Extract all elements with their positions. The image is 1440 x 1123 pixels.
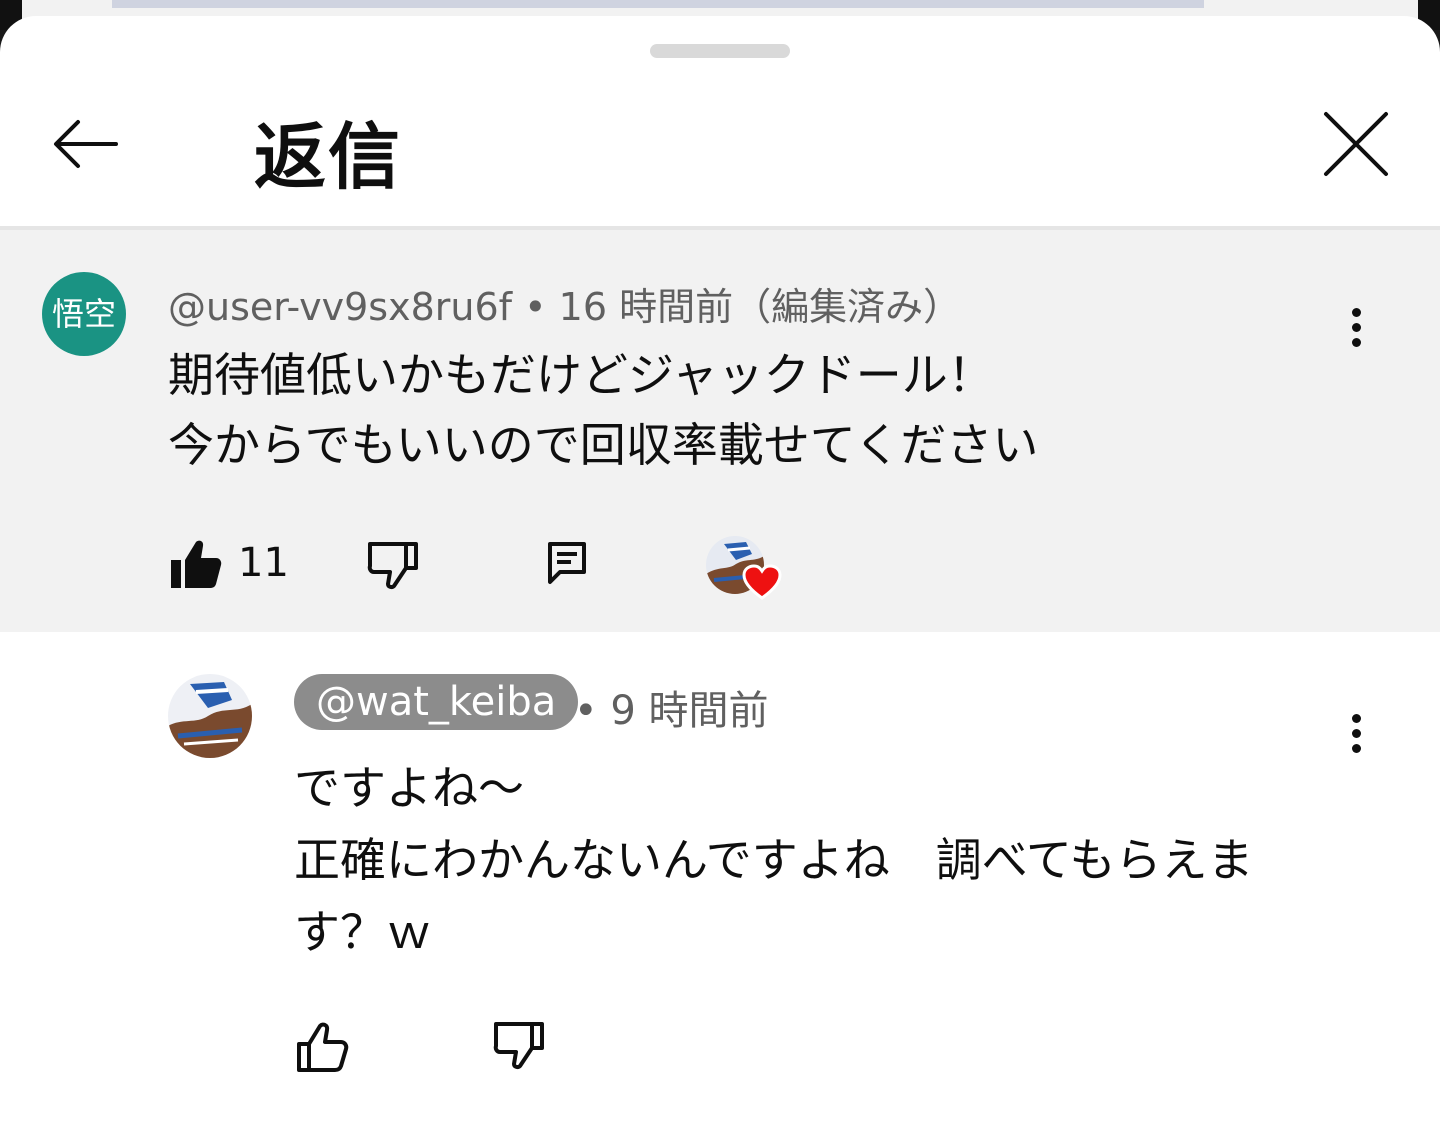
comment-line: 期待値低いかもだけどジャックドール！	[168, 348, 994, 402]
comment-meta: @user-vv9sx8ru6f • 16 時間前（編集済み）	[168, 276, 961, 331]
avatar[interactable]	[168, 674, 252, 758]
meta-separator: •	[574, 688, 598, 734]
comment-line: 今からでもいいので回収率載せてください	[168, 418, 1039, 472]
like-button[interactable]	[168, 536, 224, 596]
sheet-header: 返信	[0, 76, 1440, 226]
heart-icon	[742, 564, 782, 600]
avatar[interactable]: 悟空	[42, 272, 126, 356]
thumb-up-icon	[171, 540, 222, 588]
arrow-left-icon	[54, 120, 118, 168]
more-vert-icon	[1336, 714, 1376, 753]
dislike-button[interactable]	[366, 538, 420, 596]
comment-time: 16 時間前（編集済み）	[558, 285, 962, 329]
meta-separator: •	[524, 285, 547, 329]
comment-time: 9 時間前	[610, 688, 769, 734]
comment-text: ですよね〜 正確にわかんないんですよね 調べてもらえま す？ｗ	[294, 752, 1254, 968]
page-title: 返信	[254, 115, 403, 199]
like-count: 11	[238, 540, 289, 586]
back-button[interactable]	[48, 106, 124, 182]
more-options-button[interactable]	[1336, 708, 1376, 768]
thumb-down-icon	[493, 1022, 544, 1070]
comment-line: ですよね〜	[294, 761, 524, 815]
close-button[interactable]	[1318, 106, 1394, 182]
drag-handle[interactable]	[650, 44, 790, 58]
more-vert-icon	[1336, 308, 1376, 347]
reply-button[interactable]	[546, 540, 588, 590]
comment-line: す？ｗ	[294, 905, 432, 959]
close-icon	[1324, 112, 1388, 176]
comment-icon	[548, 542, 586, 584]
comment-meta: • 9 時間前	[574, 678, 768, 736]
comment-text: 期待値低いかもだけどジャックドール！ 今からでもいいので回収率載せてください	[168, 340, 1038, 480]
more-options-button[interactable]	[1336, 302, 1376, 362]
like-button[interactable]	[296, 1020, 350, 1078]
dislike-button[interactable]	[492, 1018, 546, 1076]
reply-comment: @wat_keiba • 9 時間前 ですよね〜 正確にわかんないんですよね 調…	[0, 632, 1440, 1123]
comment-author[interactable]: @user-vv9sx8ru6f	[168, 285, 512, 329]
thumb-up-icon	[297, 1022, 349, 1072]
creator-heart-badge	[706, 536, 782, 602]
replies-sheet: 返信 悟空 @user-vv9sx8ru6f • 16 時間前（編集済み） 期待…	[0, 16, 1440, 1123]
background-content-bar	[112, 0, 1204, 8]
comment-line: 正確にわかんないんですよね 調べてもらえま	[294, 833, 1254, 887]
thumb-down-icon	[367, 542, 418, 590]
comment-author[interactable]: @wat_keiba	[294, 674, 579, 730]
parent-comment: 悟空 @user-vv9sx8ru6f • 16 時間前（編集済み） 期待値低い…	[0, 230, 1440, 632]
